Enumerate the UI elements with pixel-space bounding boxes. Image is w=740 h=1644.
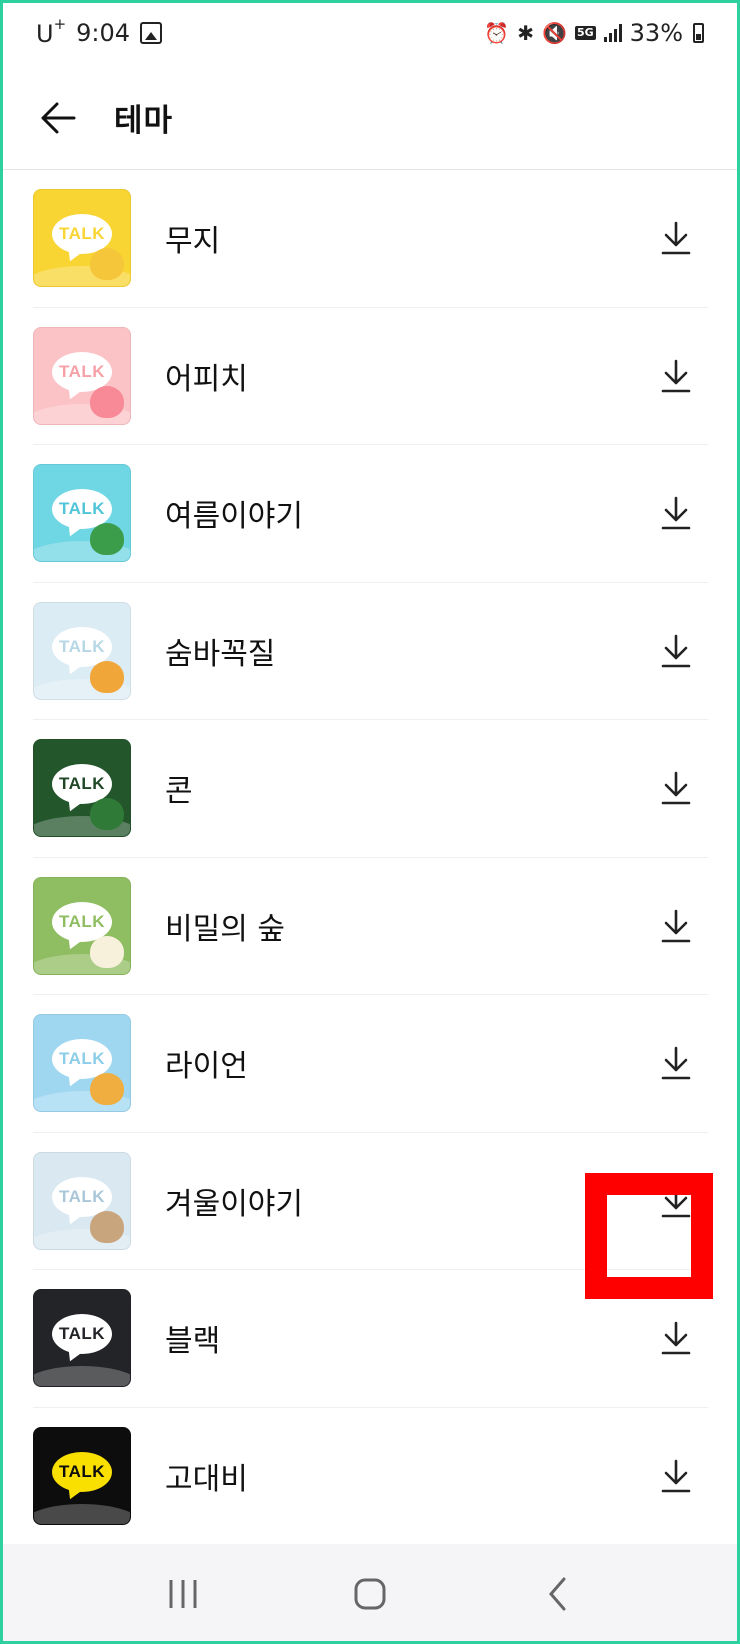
arrow-left-icon: [41, 102, 76, 133]
mascot-character: [90, 1073, 124, 1106]
mascot-character: [90, 798, 124, 831]
alarm-icon: ⏰: [484, 21, 510, 45]
theme-row[interactable]: TALK 고대비: [33, 1408, 708, 1545]
status-time: 9:04: [76, 19, 131, 47]
theme-thumbnail: TALK: [33, 876, 131, 975]
back-icon: [548, 1577, 566, 1611]
thumbnail-ground: [34, 1503, 130, 1524]
back-button[interactable]: [22, 82, 94, 154]
theme-label: 여름이야기: [165, 499, 303, 535]
theme-thumbnail: TALK: [33, 464, 131, 563]
theme-thumbnail: TALK: [33, 1426, 131, 1525]
download-button[interactable]: [644, 481, 708, 545]
theme-label: 블랙: [165, 1324, 221, 1360]
navigation-bar: [0, 1544, 740, 1644]
mascot-character: [90, 660, 124, 693]
page-title: 테마: [114, 103, 174, 139]
download-icon: [661, 634, 691, 668]
app-bar: 테마: [0, 66, 740, 170]
download-button[interactable]: [644, 1444, 708, 1508]
download-icon: [661, 1321, 691, 1355]
download-icon: [661, 359, 691, 393]
download-button[interactable]: [644, 344, 708, 408]
download-icon: [661, 771, 691, 805]
mascot-character: [90, 385, 124, 418]
mascot-character: [90, 248, 124, 281]
theme-list[interactable]: TALK 무지 TALK 어피치 TALK 여름이야기 TALK 숨바꼭질 TALK 콘 TALK 비…: [0, 170, 740, 1544]
download-icon: [661, 1046, 691, 1080]
theme-label: 겨울이야기: [165, 1186, 303, 1222]
battery-icon: [693, 23, 704, 43]
theme-row[interactable]: TALK 비밀의 숲: [33, 858, 708, 995]
theme-thumbnail: TALK: [33, 739, 131, 838]
theme-thumbnail: TALK: [33, 326, 131, 425]
theme-label: 콘: [165, 774, 193, 810]
theme-row[interactable]: TALK 라이언: [33, 995, 708, 1133]
theme-thumbnail: TALK: [33, 1014, 131, 1113]
carrier: U+: [36, 14, 67, 48]
recent-apps-button[interactable]: [143, 1564, 223, 1624]
theme-row[interactable]: TALK 어피치: [33, 308, 708, 445]
theme-label: 라이언: [165, 1049, 248, 1085]
download-icon: [661, 1459, 691, 1493]
5g-icon: 5G: [574, 25, 596, 41]
download-icon: [661, 909, 691, 943]
download-icon: [661, 496, 691, 530]
mascot-character: [90, 935, 124, 968]
theme-row[interactable]: TALK 여름이야기: [33, 445, 708, 583]
mute-icon: 🔇: [542, 21, 567, 45]
status-bar: U+ 9:04 ⏰ ✱ 🔇 5G 33%: [0, 0, 740, 66]
download-button[interactable]: [644, 619, 708, 683]
signal-icon: [603, 24, 622, 42]
download-button[interactable]: [644, 1306, 708, 1370]
mascot-character: [90, 523, 124, 556]
theme-row[interactable]: TALK 무지: [33, 170, 708, 308]
theme-label: 무지: [165, 224, 221, 260]
download-icon: [661, 221, 691, 255]
thumbnail-ground: [34, 1366, 130, 1387]
download-button[interactable]: [644, 1031, 708, 1095]
theme-label: 어피치: [165, 361, 248, 397]
theme-thumbnail: TALK: [33, 601, 131, 700]
battery-percent: 33%: [629, 19, 683, 47]
home-icon: [354, 1578, 386, 1610]
download-button[interactable]: [644, 756, 708, 820]
talk-bubble: TALK: [52, 1451, 112, 1492]
theme-row[interactable]: TALK 콘: [33, 720, 708, 858]
nav-back-button[interactable]: [517, 1564, 597, 1624]
theme-row[interactable]: TALK 숨바꼭질: [33, 583, 708, 720]
theme-thumbnail: TALK: [33, 189, 131, 288]
theme-label: 비밀의 숲: [165, 911, 285, 947]
talk-bubble: TALK: [52, 1314, 112, 1355]
highlight-box: [585, 1173, 713, 1299]
gallery-icon: [140, 22, 163, 44]
recent-apps-icon: [169, 1580, 197, 1608]
theme-label: 고대비: [165, 1461, 248, 1497]
theme-label: 숨바꼭질: [165, 636, 276, 672]
bluetooth-icon: ✱: [517, 21, 535, 45]
theme-thumbnail: TALK: [33, 1289, 131, 1388]
mascot-character: [90, 1210, 124, 1243]
home-button[interactable]: [330, 1564, 410, 1624]
download-button[interactable]: [644, 206, 708, 270]
download-button[interactable]: [644, 894, 708, 958]
theme-thumbnail: TALK: [33, 1151, 131, 1250]
